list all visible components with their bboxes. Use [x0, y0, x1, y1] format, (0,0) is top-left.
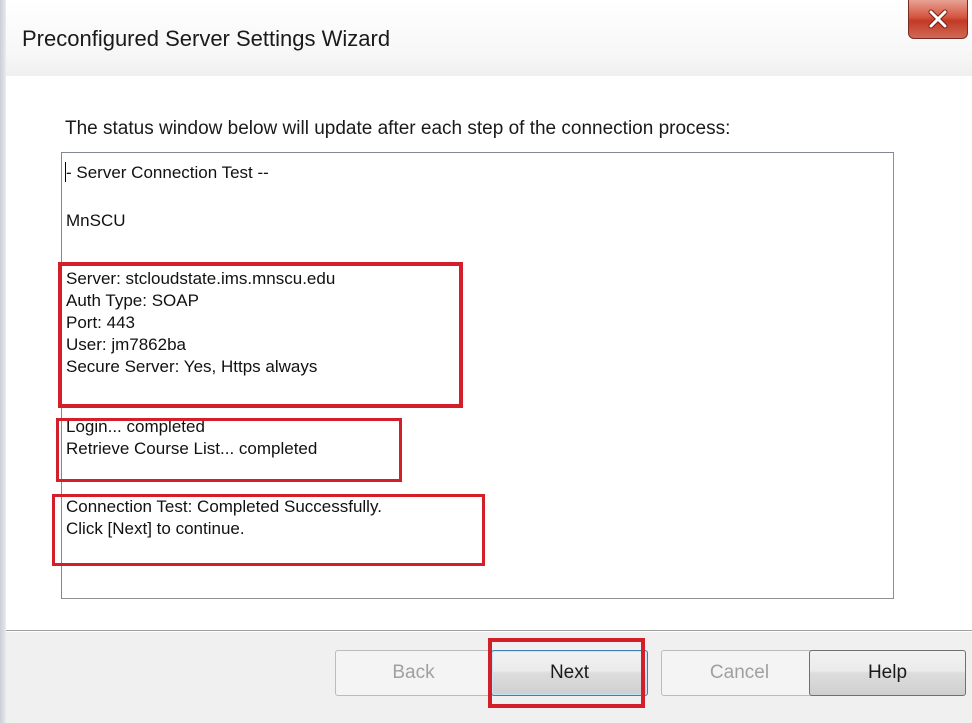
window-bottom-edge — [6, 712, 972, 723]
wizard-dialog: Preconfigured Server Settings Wizard The… — [6, 0, 972, 723]
status-line: - Server Connection Test -- — [66, 163, 269, 182]
close-icon — [928, 9, 948, 29]
highlight-login-status — [56, 418, 402, 482]
window-title: Preconfigured Server Settings Wizard — [22, 26, 391, 51]
divider-highlight — [6, 631, 972, 632]
title-bar[interactable]: Preconfigured Server Settings Wizard — [6, 0, 972, 76]
highlight-server-details — [58, 262, 463, 408]
instruction-text: The status window below will update afte… — [65, 118, 731, 139]
wizard-content: The status window below will update afte… — [6, 76, 972, 630]
back-button[interactable]: Back — [335, 650, 492, 696]
help-button[interactable]: Help — [809, 650, 966, 696]
status-line: MnSCU — [66, 211, 126, 230]
highlight-next-button — [488, 638, 645, 708]
close-button[interactable] — [908, 0, 968, 39]
highlight-connection-result — [52, 494, 485, 566]
cancel-button[interactable]: Cancel — [661, 650, 818, 696]
